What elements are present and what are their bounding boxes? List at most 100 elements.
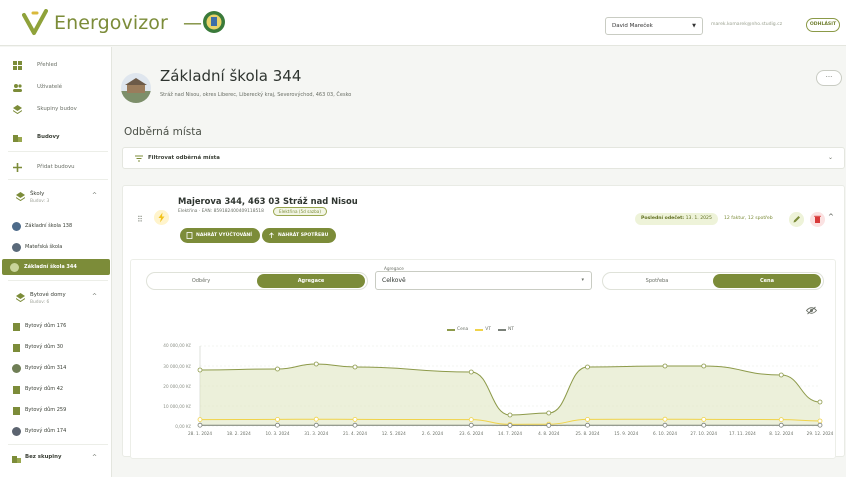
data-point [778, 422, 784, 428]
sidebar-item-building-groups[interactable]: Skupiny budov [0, 101, 112, 117]
chevron-down-icon: ⌄ [827, 154, 833, 161]
chevron-down-icon: ▼ [692, 23, 696, 29]
sidebar-item-label: Přehled [37, 62, 58, 68]
sidebar-item-label: Budovy [37, 134, 60, 140]
data-point [313, 416, 319, 422]
data-point [585, 422, 590, 428]
sidebar-house-label: Bytový dům 42 [25, 386, 64, 392]
legend-label: Cena [457, 327, 469, 332]
chevron-down-icon: ▾ [581, 277, 584, 283]
aggregation-select[interactable]: Agregace Celkově ▾ [375, 266, 592, 290]
filter-icon [135, 155, 143, 162]
sidebar-divider [8, 179, 108, 180]
sidebar-school[interactable]: Mateřská škola [0, 239, 112, 255]
sidebar-house[interactable]: Bytový dům 314 [0, 360, 112, 376]
energovizor-logo-icon[interactable] [22, 9, 48, 37]
data-point [275, 366, 280, 372]
view-option-offtakes[interactable]: Odběry [149, 274, 253, 288]
x-tick-label: 18. 2. 2024 [226, 431, 251, 436]
data-point [546, 410, 552, 416]
sidebar-item-add-building[interactable]: Přidat budovu [0, 159, 112, 175]
data-point [817, 399, 823, 405]
aggregation-label: Agregace [382, 266, 406, 271]
last-reading-label: Poslední odečet: [641, 216, 685, 221]
legend-swatch [497, 328, 506, 331]
buildings-icon [12, 456, 21, 463]
data-point [313, 361, 319, 367]
building-icon [13, 386, 20, 394]
x-tick-label: 23. 6. 2024 [459, 431, 484, 436]
sidebar-item-users[interactable]: Uživatelé [0, 79, 112, 95]
data-point [352, 417, 358, 422]
building-icon [13, 344, 20, 352]
sidebar-divider [8, 151, 108, 152]
metric-option-price[interactable]: Cena [713, 274, 821, 288]
delete-trash-icon[interactable] [810, 212, 825, 227]
collapse-chevron-icon[interactable]: ^ [828, 213, 834, 221]
x-tick-label: 10. 3. 2024 [265, 431, 290, 436]
metric-option-consumption[interactable]: Spotřeba [605, 274, 709, 288]
legend-item[interactable]: Cena [447, 327, 468, 332]
upload-consumption-button[interactable]: NAHRÁT SPOTŘEBU [262, 228, 337, 243]
sidebar-school[interactable]: Základní škola 138 [0, 218, 112, 234]
sidebar-house[interactable]: Bytový dům 174 [0, 423, 112, 439]
group-ungrouped[interactable]: Bez skupiny ^ [0, 451, 112, 473]
lightning-icon [154, 210, 169, 225]
eye-off-icon[interactable] [806, 306, 817, 315]
tariff-badge: Elektřina (5d sazba) [273, 207, 327, 216]
sidebar-house[interactable]: Bytový dům 259 [0, 402, 112, 418]
data-point [546, 423, 552, 428]
x-tick-label: 14. 7. 2024 [498, 431, 522, 436]
data-point [778, 417, 784, 422]
sidebar-divider [8, 444, 108, 445]
data-point [468, 417, 474, 422]
data-point [275, 417, 280, 422]
sidebar-house[interactable]: Bytový dům 42 [0, 381, 112, 397]
sidebar-house[interactable]: Bytový dům 30 [0, 339, 112, 355]
data-point [662, 363, 668, 369]
sidebar-item-label: Skupiny budov [37, 106, 77, 112]
legend-item[interactable]: VT [475, 327, 491, 332]
filter-label: Filtrovat odběrná místa [148, 155, 220, 161]
sidebar-house[interactable]: Bytový dům 176 [0, 318, 112, 334]
brand-separator: — [183, 12, 202, 34]
group-schools[interactable]: Školy Budov: 3 ^ [0, 189, 112, 211]
invoice-count: 12 faktur, 12 spotřeb [724, 216, 773, 221]
sidebar-school-active[interactable]: Základní škola 344 [2, 259, 110, 275]
more-options-button[interactable]: ··· [816, 70, 842, 86]
brand-name[interactable]: Energovizor [54, 12, 168, 34]
chevron-up-icon[interactable]: ^ [92, 192, 97, 199]
school-avatar-icon [12, 243, 21, 252]
edit-pencil-icon[interactable] [789, 212, 804, 227]
layers-icon [16, 293, 25, 302]
legend-label: VT [485, 327, 491, 332]
data-point [313, 422, 319, 428]
metric-toggle: Spotřeba Cena [602, 272, 824, 290]
group-subtitle: Budov: 6 [30, 300, 50, 305]
data-point [275, 422, 280, 428]
legend-swatch [475, 328, 484, 331]
chevron-up-icon[interactable]: ^ [92, 454, 97, 461]
municipality-crest-icon [203, 11, 225, 33]
drag-handle-icon[interactable]: ⠿ [137, 215, 143, 224]
upload-invoice-button[interactable]: NAHRÁT VYÚČTOVÁNÍ [180, 228, 260, 243]
sidebar-divider [8, 280, 108, 281]
sidebar-item-overview[interactable]: Přehled [0, 57, 112, 73]
school-avatar [121, 73, 151, 103]
legend-item[interactable]: NT [497, 327, 514, 332]
data-point [468, 369, 474, 375]
x-tick-label: 8. 12. 2024 [769, 431, 794, 436]
x-tick-label: 29. 12. 2024 [806, 431, 834, 436]
data-point [662, 416, 668, 422]
filter-offtake-points[interactable]: Filtrovat odběrná místa ⌄ [122, 147, 845, 169]
data-point [662, 422, 668, 428]
user-select[interactable]: David Mareček ▼ [605, 17, 703, 35]
last-reading-badge: Poslední odečet: 13. 1. 2025 [635, 213, 718, 225]
group-apartment-houses[interactable]: Bytové domy Budov: 6 ^ [0, 290, 112, 312]
upload-invoice-label: NAHRÁT VYÚČTOVÁNÍ [196, 233, 252, 238]
logout-button[interactable]: ODHLÁSIT [806, 18, 840, 32]
group-title: Bez skupiny [25, 454, 62, 460]
sidebar-item-buildings[interactable]: Budovy [0, 129, 112, 145]
view-option-aggregation[interactable]: Agregace [257, 274, 365, 288]
chevron-up-icon[interactable]: ^ [92, 293, 97, 300]
